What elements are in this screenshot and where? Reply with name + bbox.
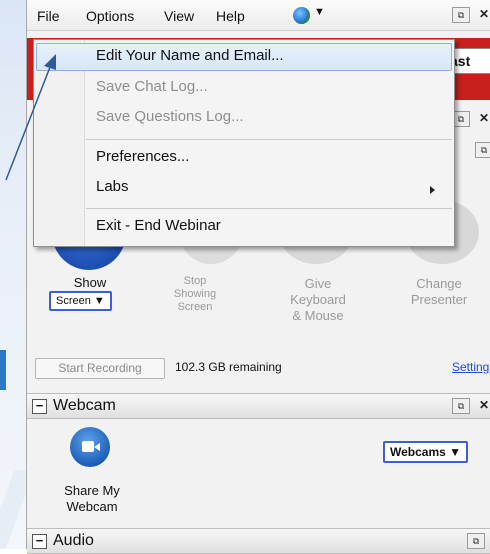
camera-lens-icon [94,443,100,451]
webcams-dropdown[interactable]: Webcams ▼ [383,441,469,463]
menu-item-preferences[interactable]: Preferences... [96,148,189,165]
share-webcam-line-2: Webcam [66,499,118,514]
menu-item-save-questions-log[interactable]: Save Questions Log... [96,108,244,125]
menu-bar: File Options View Help ▼ ⧉ ✕ [27,0,490,31]
collapse-icon[interactable]: − [32,399,47,414]
settings-link[interactable]: Settings [452,360,490,374]
stop-showing-label: Stop Showing Screen [160,275,230,314]
submenu-arrow-icon [430,186,435,194]
audio-title: Audio [53,532,94,549]
screen-dropdown[interactable]: Screen ▼ [49,291,112,311]
menu-options[interactable]: Options [86,8,134,24]
show-label: Show [73,275,107,290]
stop-line-3: Screen [177,301,213,313]
menu-item-edit-name-email[interactable]: Edit Your Name and Email... [96,47,284,64]
camera-icon [82,441,94,452]
change-line-1: Change [416,276,462,291]
globe-icon[interactable] [293,7,310,24]
stop-line-2: Showing [173,288,217,300]
change-presenter-label: Change Presenter [391,276,487,308]
give-control-label: Give Keyboard & Mouse [273,276,363,324]
screen-dropdown-label: Screen [56,295,91,307]
background-accent [0,350,6,390]
audio-header[interactable]: − Audio ⧉ [27,528,490,554]
collapse-icon[interactable]: − [32,534,47,549]
options-menu: Edit Your Name and Email... Save Chat Lo… [33,39,455,247]
caret-down-icon[interactable]: ▼ [314,6,325,18]
share-webcam-button[interactable] [70,427,110,467]
start-recording-button[interactable]: Start Recording [35,358,165,379]
storage-remaining: 102.3 GB remaining [175,360,282,374]
close-icon[interactable]: ✕ [479,398,489,412]
restore-icon[interactable]: ⧉ [452,7,470,23]
menu-item-labs[interactable]: Labs [96,178,129,195]
menu-view[interactable]: View [164,8,194,24]
change-line-2: Presenter [410,292,468,307]
menu-help[interactable]: Help [216,8,245,24]
webcam-title: Webcam [53,397,116,414]
restore-icon[interactable]: ⧉ [467,533,485,549]
give-line-1: Give [304,276,332,291]
menu-separator [86,208,452,209]
menu-item-save-chat-log[interactable]: Save Chat Log... [96,78,208,95]
caret-down-icon: ▼ [93,295,105,307]
menu-file[interactable]: File [37,8,60,24]
annotation-arrow [5,54,56,181]
restore-icon[interactable]: ⧉ [452,398,470,414]
menu-separator [86,139,452,140]
give-line-3: & Mouse [292,308,344,323]
webcam-header[interactable]: − Webcam ⧉ ✕ [27,393,490,419]
restore-icon[interactable]: ⧉ [475,142,490,158]
stop-line-1: Stop [183,275,207,287]
webcams-dropdown-label: Webcams [390,445,446,459]
caret-down-icon: ▼ [449,445,462,459]
close-icon[interactable]: ✕ [479,111,489,125]
close-icon[interactable]: ✕ [479,7,489,21]
give-line-2: Keyboard [290,292,346,307]
share-webcam-line-1: Share My [64,483,120,498]
menu-item-exit-end-webinar[interactable]: Exit - End Webinar [96,217,221,234]
share-webcam-label: Share My Webcam [47,483,137,515]
